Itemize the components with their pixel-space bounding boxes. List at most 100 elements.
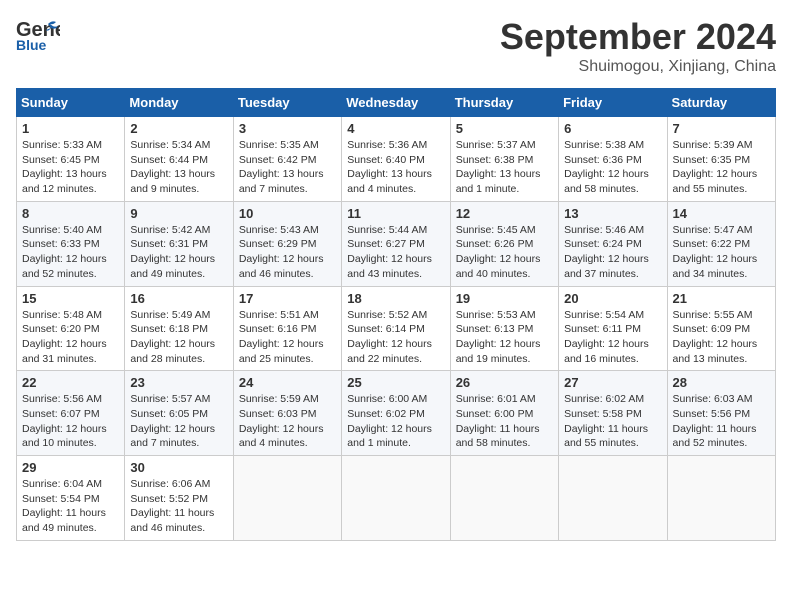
calendar-cell: 23 Sunrise: 5:57 AM Sunset: 6:05 PM Dayl… (125, 371, 233, 456)
cell-content: Sunrise: 5:54 AM Sunset: 6:11 PM Dayligh… (564, 308, 661, 367)
cell-content: Sunrise: 5:45 AM Sunset: 6:26 PM Dayligh… (456, 223, 553, 282)
day-number: 28 (673, 375, 770, 390)
calendar-cell: 3 Sunrise: 5:35 AM Sunset: 6:42 PM Dayli… (233, 117, 341, 202)
calendar-cell: 13 Sunrise: 5:46 AM Sunset: 6:24 PM Dayl… (559, 201, 667, 286)
calendar-cell: 7 Sunrise: 5:39 AM Sunset: 6:35 PM Dayli… (667, 117, 775, 202)
calendar-header-cell: Sunday (17, 89, 125, 117)
day-number: 2 (130, 121, 227, 136)
cell-content: Sunrise: 5:55 AM Sunset: 6:09 PM Dayligh… (673, 308, 770, 367)
calendar-cell: 8 Sunrise: 5:40 AM Sunset: 6:33 PM Dayli… (17, 201, 125, 286)
calendar-header-cell: Wednesday (342, 89, 450, 117)
cell-content: Sunrise: 5:56 AM Sunset: 6:07 PM Dayligh… (22, 392, 119, 451)
location-subtitle: Shuimogou, Xinjiang, China (500, 58, 776, 76)
day-number: 6 (564, 121, 661, 136)
day-number: 21 (673, 291, 770, 306)
cell-content: Sunrise: 5:44 AM Sunset: 6:27 PM Dayligh… (347, 223, 444, 282)
calendar-table: SundayMondayTuesdayWednesdayThursdayFrid… (16, 88, 776, 541)
logo: General Blue (16, 16, 60, 52)
day-number: 8 (22, 206, 119, 221)
day-number: 9 (130, 206, 227, 221)
cell-content: Sunrise: 5:35 AM Sunset: 6:42 PM Dayligh… (239, 138, 336, 197)
calendar-cell (233, 456, 341, 541)
calendar-cell: 30 Sunrise: 6:06 AM Sunset: 5:52 PM Dayl… (125, 456, 233, 541)
calendar-cell: 26 Sunrise: 6:01 AM Sunset: 6:00 PM Dayl… (450, 371, 558, 456)
calendar-cell: 5 Sunrise: 5:37 AM Sunset: 6:38 PM Dayli… (450, 117, 558, 202)
cell-content: Sunrise: 5:53 AM Sunset: 6:13 PM Dayligh… (456, 308, 553, 367)
day-number: 22 (22, 375, 119, 390)
calendar-header-cell: Tuesday (233, 89, 341, 117)
calendar-cell: 10 Sunrise: 5:43 AM Sunset: 6:29 PM Dayl… (233, 201, 341, 286)
calendar-cell: 6 Sunrise: 5:38 AM Sunset: 6:36 PM Dayli… (559, 117, 667, 202)
calendar-cell: 28 Sunrise: 6:03 AM Sunset: 5:56 PM Dayl… (667, 371, 775, 456)
calendar-cell: 14 Sunrise: 5:47 AM Sunset: 6:22 PM Dayl… (667, 201, 775, 286)
cell-content: Sunrise: 5:36 AM Sunset: 6:40 PM Dayligh… (347, 138, 444, 197)
day-number: 11 (347, 206, 444, 221)
calendar-cell: 15 Sunrise: 5:48 AM Sunset: 6:20 PM Dayl… (17, 286, 125, 371)
day-number: 1 (22, 121, 119, 136)
calendar-cell: 20 Sunrise: 5:54 AM Sunset: 6:11 PM Dayl… (559, 286, 667, 371)
calendar-cell (667, 456, 775, 541)
calendar-cell: 19 Sunrise: 5:53 AM Sunset: 6:13 PM Dayl… (450, 286, 558, 371)
calendar-cell: 21 Sunrise: 5:55 AM Sunset: 6:09 PM Dayl… (667, 286, 775, 371)
calendar-cell (342, 456, 450, 541)
cell-content: Sunrise: 5:48 AM Sunset: 6:20 PM Dayligh… (22, 308, 119, 367)
day-number: 3 (239, 121, 336, 136)
day-number: 18 (347, 291, 444, 306)
calendar-cell: 1 Sunrise: 5:33 AM Sunset: 6:45 PM Dayli… (17, 117, 125, 202)
cell-content: Sunrise: 6:06 AM Sunset: 5:52 PM Dayligh… (130, 477, 227, 536)
cell-content: Sunrise: 5:46 AM Sunset: 6:24 PM Dayligh… (564, 223, 661, 282)
day-number: 10 (239, 206, 336, 221)
day-number: 29 (22, 460, 119, 475)
calendar-cell: 2 Sunrise: 5:34 AM Sunset: 6:44 PM Dayli… (125, 117, 233, 202)
day-number: 23 (130, 375, 227, 390)
day-number: 14 (673, 206, 770, 221)
cell-content: Sunrise: 5:57 AM Sunset: 6:05 PM Dayligh… (130, 392, 227, 451)
cell-content: Sunrise: 5:47 AM Sunset: 6:22 PM Dayligh… (673, 223, 770, 282)
day-number: 17 (239, 291, 336, 306)
cell-content: Sunrise: 5:39 AM Sunset: 6:35 PM Dayligh… (673, 138, 770, 197)
day-number: 15 (22, 291, 119, 306)
cell-content: Sunrise: 6:00 AM Sunset: 6:02 PM Dayligh… (347, 392, 444, 451)
calendar-week-row: 1 Sunrise: 5:33 AM Sunset: 6:45 PM Dayli… (17, 117, 776, 202)
day-number: 4 (347, 121, 444, 136)
cell-content: Sunrise: 5:43 AM Sunset: 6:29 PM Dayligh… (239, 223, 336, 282)
calendar-week-row: 22 Sunrise: 5:56 AM Sunset: 6:07 PM Dayl… (17, 371, 776, 456)
calendar-cell: 17 Sunrise: 5:51 AM Sunset: 6:16 PM Dayl… (233, 286, 341, 371)
calendar-cell: 24 Sunrise: 5:59 AM Sunset: 6:03 PM Dayl… (233, 371, 341, 456)
day-number: 12 (456, 206, 553, 221)
day-number: 19 (456, 291, 553, 306)
cell-content: Sunrise: 5:37 AM Sunset: 6:38 PM Dayligh… (456, 138, 553, 197)
calendar-cell: 25 Sunrise: 6:00 AM Sunset: 6:02 PM Dayl… (342, 371, 450, 456)
cell-content: Sunrise: 6:03 AM Sunset: 5:56 PM Dayligh… (673, 392, 770, 451)
calendar-cell: 22 Sunrise: 5:56 AM Sunset: 6:07 PM Dayl… (17, 371, 125, 456)
calendar-cell: 9 Sunrise: 5:42 AM Sunset: 6:31 PM Dayli… (125, 201, 233, 286)
calendar-header-cell: Thursday (450, 89, 558, 117)
cell-content: Sunrise: 6:02 AM Sunset: 5:58 PM Dayligh… (564, 392, 661, 451)
calendar-cell: 27 Sunrise: 6:02 AM Sunset: 5:58 PM Dayl… (559, 371, 667, 456)
calendar-header-cell: Friday (559, 89, 667, 117)
calendar-week-row: 15 Sunrise: 5:48 AM Sunset: 6:20 PM Dayl… (17, 286, 776, 371)
day-number: 13 (564, 206, 661, 221)
calendar-cell: 29 Sunrise: 6:04 AM Sunset: 5:54 PM Dayl… (17, 456, 125, 541)
cell-content: Sunrise: 6:01 AM Sunset: 6:00 PM Dayligh… (456, 392, 553, 451)
calendar-week-row: 29 Sunrise: 6:04 AM Sunset: 5:54 PM Dayl… (17, 456, 776, 541)
cell-content: Sunrise: 5:59 AM Sunset: 6:03 PM Dayligh… (239, 392, 336, 451)
cell-content: Sunrise: 5:42 AM Sunset: 6:31 PM Dayligh… (130, 223, 227, 282)
calendar-cell: 16 Sunrise: 5:49 AM Sunset: 6:18 PM Dayl… (125, 286, 233, 371)
calendar-header-cell: Saturday (667, 89, 775, 117)
cell-content: Sunrise: 5:34 AM Sunset: 6:44 PM Dayligh… (130, 138, 227, 197)
calendar-cell: 18 Sunrise: 5:52 AM Sunset: 6:14 PM Dayl… (342, 286, 450, 371)
cell-content: Sunrise: 5:49 AM Sunset: 6:18 PM Dayligh… (130, 308, 227, 367)
calendar-cell: 11 Sunrise: 5:44 AM Sunset: 6:27 PM Dayl… (342, 201, 450, 286)
cell-content: Sunrise: 5:33 AM Sunset: 6:45 PM Dayligh… (22, 138, 119, 197)
cell-content: Sunrise: 5:38 AM Sunset: 6:36 PM Dayligh… (564, 138, 661, 197)
calendar-header-row: SundayMondayTuesdayWednesdayThursdayFrid… (17, 89, 776, 117)
day-number: 24 (239, 375, 336, 390)
page-header: General Blue September 2024 Shuimogou, X… (16, 16, 776, 76)
svg-text:Blue: Blue (16, 37, 47, 52)
logo-icon: General Blue (16, 16, 60, 52)
cell-content: Sunrise: 5:51 AM Sunset: 6:16 PM Dayligh… (239, 308, 336, 367)
title-area: September 2024 Shuimogou, Xinjiang, Chin… (500, 16, 776, 76)
day-number: 25 (347, 375, 444, 390)
cell-content: Sunrise: 6:04 AM Sunset: 5:54 PM Dayligh… (22, 477, 119, 536)
